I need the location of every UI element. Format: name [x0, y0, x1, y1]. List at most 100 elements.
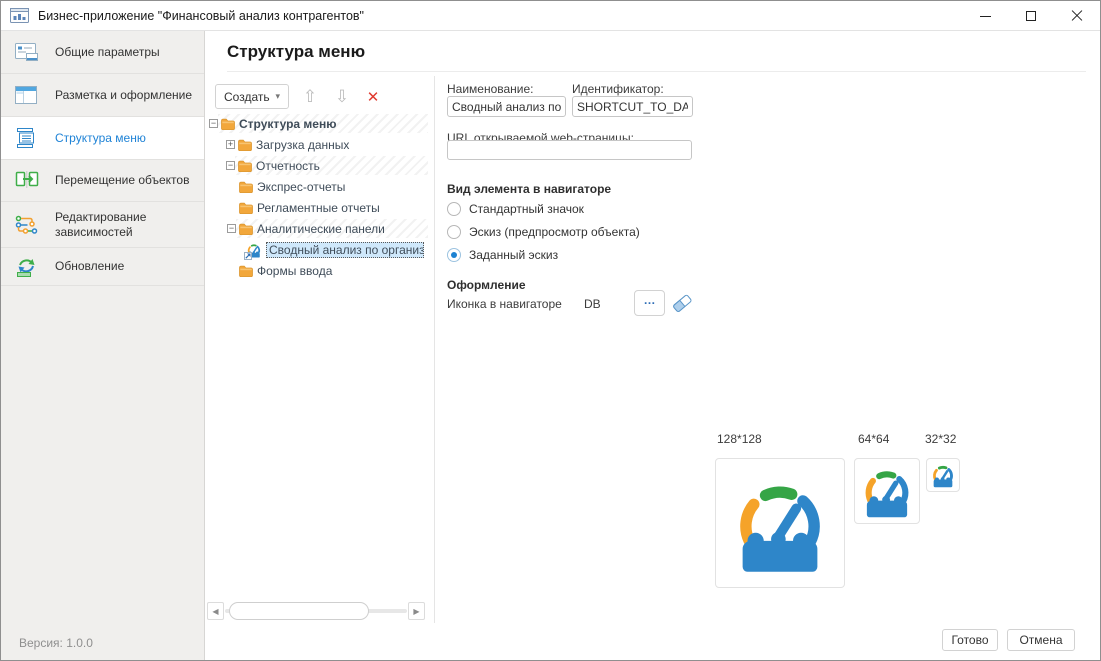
dashboard-shortcut-icon	[246, 242, 262, 258]
radio-button-icon	[447, 225, 461, 239]
sidebar-item-edit-dependencies[interactable]: Редактирование зависимостей	[1, 202, 204, 248]
preview-image-32	[926, 458, 960, 492]
tree-row-input-forms[interactable]: Формы ввода	[206, 260, 434, 281]
move-down-button[interactable]: ⇩	[330, 84, 354, 109]
name-label: Наименование:	[447, 82, 534, 96]
radio-label: Стандартный значок	[469, 202, 584, 216]
folder-icon	[239, 223, 253, 235]
gauge-icon	[728, 471, 832, 575]
layout-design-icon	[13, 84, 41, 106]
close-icon	[1071, 10, 1083, 22]
app-icon	[10, 8, 29, 23]
browse-button[interactable]: …	[634, 290, 665, 316]
tree-row-data-load[interactable]: + Загрузка данных	[206, 134, 434, 155]
move-objects-icon	[13, 170, 41, 192]
cancel-button[interactable]: Отмена	[1007, 629, 1075, 651]
tree-item-label[interactable]: Аналитические панели	[257, 222, 385, 236]
sidebar-item-label: Перемещение объектов	[55, 173, 189, 188]
shortcut-badge-icon	[244, 252, 252, 260]
tree-horizontal-scrollbar: ◀ ▶	[207, 602, 425, 620]
sidebar-item-update[interactable]: Обновление	[1, 248, 204, 286]
identifier-input[interactable]	[572, 96, 693, 117]
preview-64-label: 64*64	[858, 432, 889, 446]
page-title: Структура меню	[227, 42, 365, 62]
sidebar-item-menu-structure[interactable]: Структура меню	[1, 117, 204, 160]
dependencies-icon	[13, 214, 41, 236]
done-button[interactable]: Готово	[942, 629, 998, 651]
preview-image-128	[715, 458, 845, 588]
titlebar: Бизнес-приложение "Финансовый анализ кон…	[1, 1, 1100, 31]
menu-structure-icon	[13, 127, 41, 149]
folder-icon	[238, 160, 252, 172]
radio-button-icon	[447, 202, 461, 216]
chevron-down-icon: ▾	[275, 91, 280, 102]
maximize-button[interactable]	[1008, 1, 1054, 31]
sidebar-item-general-params[interactable]: Общие параметры	[1, 31, 204, 74]
tree-expander[interactable]: −	[227, 224, 236, 233]
radio-preview-thumbnail[interactable]: Эскиз (предпросмотр объекта)	[447, 225, 640, 239]
sidebar-item-move-objects[interactable]: Перемещение объектов	[1, 160, 204, 202]
tree-expander[interactable]: −	[209, 119, 218, 128]
url-input[interactable]	[447, 140, 692, 160]
name-input[interactable]	[447, 96, 566, 117]
tree-expander[interactable]: +	[226, 140, 235, 149]
version-label: Версия: 1.0.0	[19, 636, 93, 650]
minimize-icon	[980, 16, 991, 17]
sidebar-item-label: Общие параметры	[55, 45, 160, 60]
tree-item-label[interactable]: Загрузка данных	[256, 138, 349, 152]
tree-row-summary-analysis[interactable]: Сводный анализ по организа	[206, 239, 434, 260]
view-section-title: Вид элемента в навигаторе	[447, 182, 611, 196]
preview-image-64	[854, 458, 920, 524]
tree-row-express-reports[interactable]: Экспрес-отчеты	[206, 176, 434, 197]
radio-custom-thumbnail[interactable]: Заданный эскиз	[447, 248, 558, 262]
tree-item-label-selected[interactable]: Сводный анализ по организа	[266, 242, 424, 258]
refresh-icon	[13, 256, 41, 278]
menu-tree: − Структура меню + Загрузка данных − Отч…	[206, 109, 434, 599]
tree-item-label[interactable]: Структура меню	[239, 117, 336, 131]
folder-icon	[238, 139, 252, 151]
tree-expander[interactable]: −	[226, 161, 235, 170]
move-up-button[interactable]: ⇧	[298, 84, 322, 109]
folder-icon	[221, 118, 235, 130]
close-button[interactable]	[1054, 1, 1100, 31]
maximize-icon	[1026, 11, 1036, 21]
identifier-label: Идентификатор:	[572, 82, 664, 96]
delete-button[interactable]: ✕	[361, 84, 385, 109]
design-section-title: Оформление	[447, 278, 526, 292]
gauge-icon	[930, 462, 956, 488]
sidebar-item-layout-design[interactable]: Разметка и оформление	[1, 74, 204, 117]
scroll-left-button[interactable]: ◀	[207, 602, 224, 620]
eraser-icon[interactable]	[671, 292, 693, 317]
radio-standard-icon[interactable]: Стандартный значок	[447, 202, 584, 216]
delete-icon: ✕	[367, 88, 380, 106]
arrow-up-icon: ⇧	[303, 87, 317, 107]
navigator-icon-value: DB	[584, 297, 601, 311]
window-title: Бизнес-приложение "Финансовый анализ кон…	[38, 9, 364, 23]
minimize-button[interactable]	[962, 1, 1008, 31]
create-button-label: Создать	[224, 90, 270, 104]
tree-row-menu-structure[interactable]: − Структура меню	[206, 113, 434, 134]
app-window: Бизнес-приложение "Финансовый анализ кон…	[0, 0, 1101, 661]
radio-button-selected-icon	[447, 248, 461, 262]
radio-label: Эскиз (предпросмотр объекта)	[469, 225, 640, 239]
panel-splitter[interactable]	[434, 76, 435, 623]
tree-row-analytic-panels[interactable]: − Аналитические панели	[206, 218, 434, 239]
preview-32-label: 32*32	[925, 432, 956, 446]
tree-item-label[interactable]: Отчетность	[256, 159, 320, 173]
tree-item-label[interactable]: Формы ввода	[257, 264, 332, 278]
sidebar: Общие параметры Разметка и оформление	[1, 31, 205, 661]
scroll-right-icon: ▶	[413, 607, 419, 616]
create-button[interactable]: Создать ▾	[215, 84, 289, 109]
folder-icon	[239, 265, 253, 277]
sidebar-item-label: Разметка и оформление	[55, 88, 192, 103]
tree-item-label[interactable]: Регламентные отчеты	[257, 201, 380, 215]
scrollbar-thumb[interactable]	[229, 602, 369, 620]
sidebar-item-label: Структура меню	[55, 131, 146, 146]
scroll-left-icon: ◀	[212, 607, 218, 616]
sidebar-item-label: Редактирование зависимостей	[55, 210, 196, 240]
tree-row-reporting[interactable]: − Отчетность	[206, 155, 434, 176]
tree-row-regulated-reports[interactable]: Регламентные отчеты	[206, 197, 434, 218]
scroll-right-button[interactable]: ▶	[408, 602, 425, 620]
arrow-down-icon: ⇩	[335, 87, 349, 107]
tree-item-label[interactable]: Экспрес-отчеты	[257, 180, 345, 194]
